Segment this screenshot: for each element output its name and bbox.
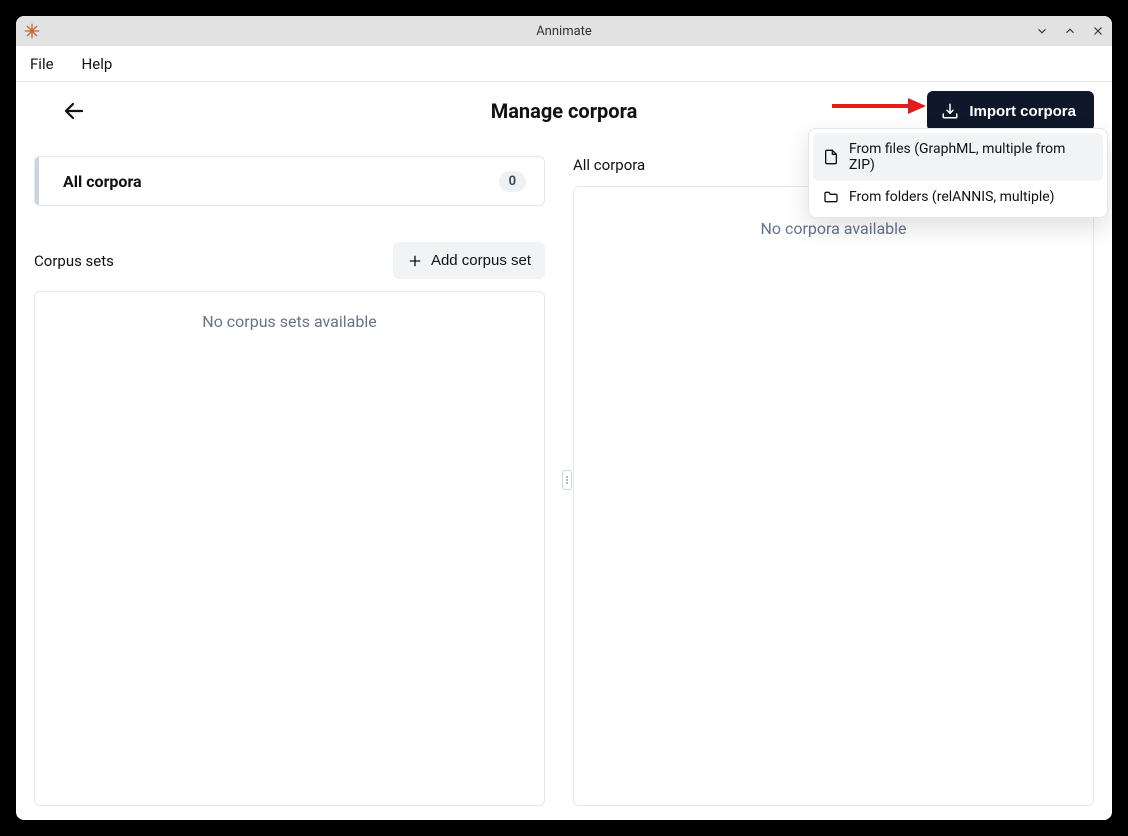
all-corpora-card[interactable]: All corpora 0 xyxy=(34,156,545,206)
plus-icon xyxy=(407,253,423,269)
add-corpus-set-button[interactable]: Add corpus set xyxy=(393,242,545,279)
maximize-button[interactable] xyxy=(1060,21,1080,41)
import-from-files-item[interactable]: From files (GraphML, multiple from ZIP) xyxy=(813,133,1103,181)
content-area: All corpora 0 Corpus sets Add corpus set… xyxy=(16,140,1112,820)
titlebar: Annimate xyxy=(16,16,1112,46)
no-sets-text: No corpus sets available xyxy=(202,312,376,331)
import-corpora-label: Import corpora xyxy=(969,103,1076,120)
close-button[interactable] xyxy=(1088,21,1108,41)
import-from-folders-item[interactable]: From folders (relANNIS, multiple) xyxy=(813,181,1103,213)
app-window: Annimate File Help Manage corpora xyxy=(16,16,1112,820)
import-from-files-label: From files (GraphML, multiple from ZIP) xyxy=(849,141,1093,173)
import-dropdown: From files (GraphML, multiple from ZIP) … xyxy=(808,128,1108,218)
app-logo-icon xyxy=(24,23,40,39)
corpora-list-box: No corpora available xyxy=(573,186,1094,806)
card-accent xyxy=(35,157,39,205)
minimize-button[interactable] xyxy=(1032,21,1052,41)
window-controls xyxy=(1032,21,1108,41)
right-pane: All corpora No corpora available xyxy=(563,140,1112,806)
import-icon xyxy=(941,102,959,120)
back-button[interactable] xyxy=(56,93,92,129)
all-corpora-count-badge: 0 xyxy=(499,171,526,192)
add-corpus-set-label: Add corpus set xyxy=(431,252,531,269)
menu-help[interactable]: Help xyxy=(82,55,113,73)
no-corpora-text: No corpora available xyxy=(760,219,906,238)
attention-arrow-icon xyxy=(830,94,926,118)
window-title: Annimate xyxy=(16,24,1112,39)
corpus-sets-box: No corpus sets available xyxy=(34,291,545,806)
corpus-sets-row: Corpus sets Add corpus set xyxy=(34,242,545,279)
file-icon xyxy=(823,149,839,165)
corpus-sets-label: Corpus sets xyxy=(34,252,114,270)
pane-resize-handle[interactable] xyxy=(562,470,572,490)
all-corpora-label: All corpora xyxy=(63,172,142,191)
page-header: Manage corpora Import corpora From files… xyxy=(16,82,1112,140)
left-pane: All corpora 0 Corpus sets Add corpus set… xyxy=(16,140,563,806)
import-from-folders-label: From folders (relANNIS, multiple) xyxy=(849,189,1055,205)
import-corpora-button[interactable]: Import corpora xyxy=(927,91,1094,131)
menu-file[interactable]: File xyxy=(30,55,54,73)
menubar: File Help xyxy=(16,46,1112,82)
folder-icon xyxy=(823,189,839,205)
